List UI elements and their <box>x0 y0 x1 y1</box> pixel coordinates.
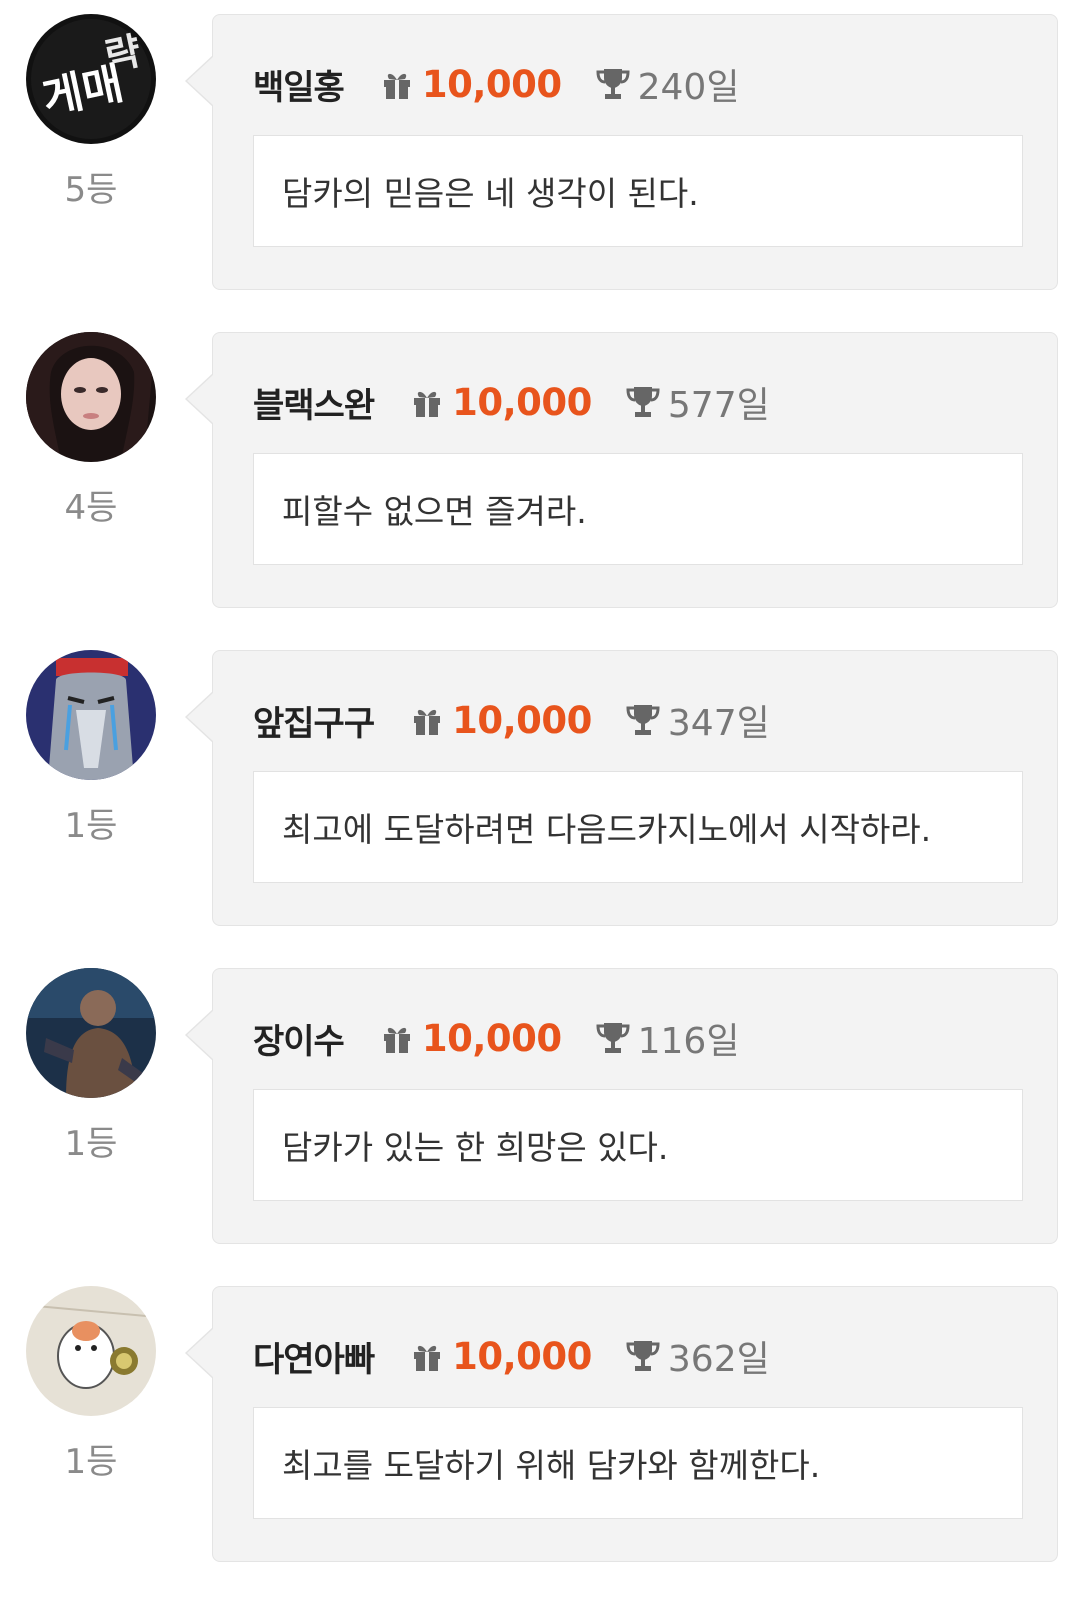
comment-card: 다연아빠 10,000 362일 최고를 도달하기 위해 담카와 함께한다. <box>185 1286 1058 1562</box>
comment-card: 장이수 10,000 116일 담카가 있는 한 희망은 있다. <box>185 968 1058 1244</box>
list-item: 게매 략 5등 백일홍 10,000 240일 담카의 믿음은 네 생각이 된다… <box>0 14 1080 294</box>
comment-card: 앞집구구 10,000 347일 최고에 도달하려면 다음드카지노에서 시작하라… <box>185 650 1058 926</box>
comment-header: 앞집구구 10,000 347일 <box>253 695 770 745</box>
comment-message: 최고에 도달하려면 다음드카지노에서 시작하라. <box>253 771 1023 883</box>
card-pointer <box>185 1009 214 1061</box>
gift-icon <box>383 73 410 99</box>
avatar[interactable] <box>26 332 156 462</box>
days-count: 240일 <box>637 67 740 108</box>
rank-label: 5등 <box>64 170 118 210</box>
avatar-photo-image <box>26 968 156 1098</box>
nickname[interactable]: 블랙스완 <box>253 378 375 427</box>
avatar[interactable] <box>26 650 156 780</box>
comment-message: 최고를 도달하기 위해 담카와 함께한다. <box>253 1407 1023 1519</box>
comment-header: 백일홍 10,000 240일 <box>253 59 739 109</box>
avatar-cartoon-image <box>26 650 156 780</box>
comment-message: 담카의 믿음은 네 생각이 된다. <box>253 135 1023 247</box>
list-item: 1등 다연아빠 10,000 362일 최고를 도달하기 위해 담카와 함께한다… <box>0 1286 1080 1566</box>
card-pointer <box>185 55 214 107</box>
gift-icon <box>414 1345 441 1371</box>
trophy-icon <box>626 1341 660 1371</box>
gift-icon <box>383 1027 410 1053</box>
list-item: 4등 블랙스완 10,000 577일 피할수 없으면 즐겨라. <box>0 332 1080 612</box>
days-count: 362일 <box>667 1339 770 1380</box>
rank-label: 4등 <box>64 488 118 528</box>
trophy-icon <box>596 69 630 99</box>
gift-amount: 10,000 <box>452 698 592 742</box>
card-pointer <box>185 691 214 743</box>
comment-header: 블랙스완 10,000 577일 <box>253 377 770 427</box>
trophy-icon <box>626 705 660 735</box>
list-item: 1등 앞집구구 10,000 347일 최고에 도달하려면 다음드카지노에서 시… <box>0 650 1080 930</box>
comment-message: 피할수 없으면 즐겨라. <box>253 453 1023 565</box>
trophy-icon <box>626 387 660 417</box>
nickname[interactable]: 백일홍 <box>253 60 345 109</box>
gift-amount: 10,000 <box>421 62 562 106</box>
avatar[interactable]: 게매 략 <box>26 14 156 144</box>
gift-amount: 10,000 <box>421 1016 562 1060</box>
avatar[interactable] <box>26 1286 156 1416</box>
gift-icon <box>414 709 441 735</box>
trophy-icon <box>596 1023 630 1053</box>
comment-header: 다연아빠 10,000 362일 <box>253 1331 770 1381</box>
gift-amount: 10,000 <box>452 380 592 424</box>
comment-card: 블랙스완 10,000 577일 피할수 없으면 즐겨라. <box>185 332 1058 608</box>
nickname[interactable]: 장이수 <box>253 1014 345 1063</box>
nickname[interactable]: 앞집구구 <box>253 696 375 745</box>
card-pointer <box>185 373 214 425</box>
avatar-neon-sign-image: 게매 략 <box>26 14 156 144</box>
gift-icon <box>414 391 441 417</box>
avatar-hamster-image <box>26 1286 156 1416</box>
gift-amount: 10,000 <box>452 1334 592 1378</box>
comment-list: 게매 략 5등 백일홍 10,000 240일 담카의 믿음은 네 생각이 된다… <box>0 0 1080 1622</box>
card-pointer <box>185 1327 214 1379</box>
comment-header: 장이수 10,000 116일 <box>253 1013 739 1063</box>
days-count: 116일 <box>637 1021 740 1062</box>
rank-label: 1등 <box>64 1442 118 1482</box>
days-count: 347일 <box>667 703 770 744</box>
comment-card: 백일홍 10,000 240일 담카의 믿음은 네 생각이 된다. <box>185 14 1058 290</box>
rank-label: 1등 <box>64 1124 118 1164</box>
nickname[interactable]: 다연아빠 <box>253 1332 375 1381</box>
rank-label: 1등 <box>64 806 118 846</box>
avatar-portrait-image <box>26 332 156 462</box>
list-item: 1등 장이수 10,000 116일 담카가 있는 한 희망은 있다. <box>0 968 1080 1248</box>
comment-message: 담카가 있는 한 희망은 있다. <box>253 1089 1023 1201</box>
avatar[interactable] <box>26 968 156 1098</box>
days-count: 577일 <box>667 385 770 426</box>
